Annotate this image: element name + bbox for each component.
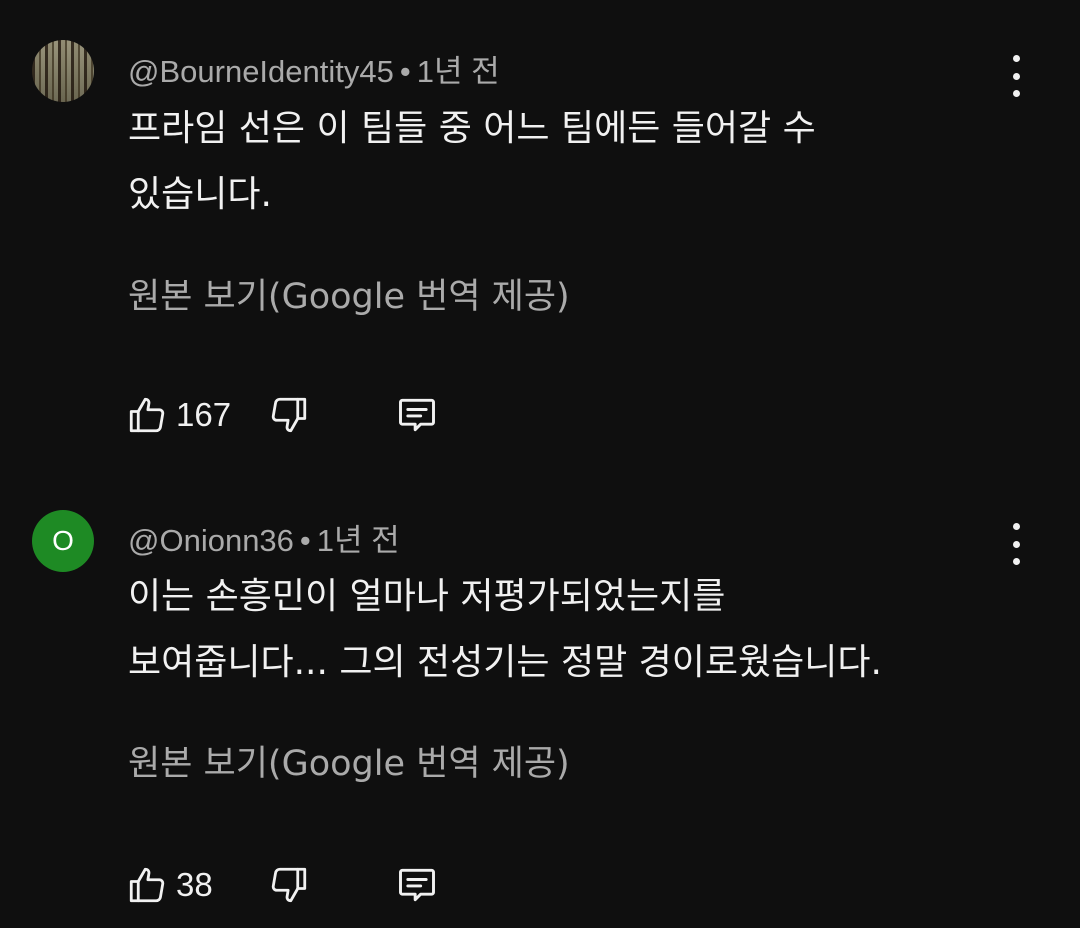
reply-button[interactable]	[394, 862, 440, 908]
comment-actions: 167	[124, 390, 440, 440]
comment-text: 이는 손흥민이 얼마나 저평가되었는지를 보여줍니다... 그의 전성기는 정말…	[128, 576, 882, 683]
meta-separator: •	[299, 523, 311, 558]
thumbs-down-icon	[271, 397, 307, 433]
avatar[interactable]	[32, 40, 94, 102]
see-original-link[interactable]: 원본 보기(Google 번역 제공)	[128, 268, 570, 319]
more-options-button[interactable]	[1000, 523, 1032, 565]
like-count: 167	[176, 396, 232, 433]
comments-page: @BourneIdentity45 • 1년 전 프라임 선은 이 팀들 중 어느 …	[0, 0, 1080, 928]
comment-time: 1년 전	[316, 523, 400, 558]
thumbs-down-icon	[271, 867, 307, 903]
comment-icon	[399, 398, 435, 432]
author-name[interactable]: @Onionn36	[128, 523, 294, 558]
comment-time: 1년 전	[416, 54, 500, 89]
more-vertical-icon-dot	[1012, 72, 1020, 80]
reply-button[interactable]	[394, 392, 440, 438]
more-vertical-icon-dot	[1012, 90, 1020, 97]
avatar[interactable]: O	[32, 510, 94, 572]
thumbs-up-icon	[129, 397, 165, 433]
dislike-button[interactable]	[266, 392, 312, 438]
like-button[interactable]	[124, 392, 170, 438]
dislike-button[interactable]	[266, 862, 312, 908]
meta-separator: •	[399, 54, 411, 89]
thumbs-up-icon	[129, 867, 165, 903]
comment-actions: 38	[124, 860, 440, 910]
more-vertical-icon-dot	[1012, 540, 1020, 548]
comment-icon	[399, 868, 435, 902]
see-original-link[interactable]: 원본 보기(Google 번역 제공)	[128, 735, 570, 786]
more-vertical-icon	[1012, 55, 1020, 62]
more-options-button[interactable]	[1000, 55, 1032, 97]
comment-meta: @Onionn36 • 1년 전	[128, 515, 400, 560]
like-count: 38	[176, 866, 213, 903]
comment-meta: @BourneIdentity45 • 1년 전	[128, 46, 500, 91]
author-name[interactable]: @BourneIdentity45	[128, 54, 394, 89]
comment-text: 프라임 선은 이 팀들 중 어느 팀에든 들어갈 수 있습니다.	[128, 108, 816, 215]
like-button[interactable]	[124, 862, 170, 908]
avatar-letter: O	[52, 525, 74, 556]
more-vertical-icon-dot	[1012, 558, 1020, 565]
more-vertical-icon	[1012, 523, 1020, 530]
